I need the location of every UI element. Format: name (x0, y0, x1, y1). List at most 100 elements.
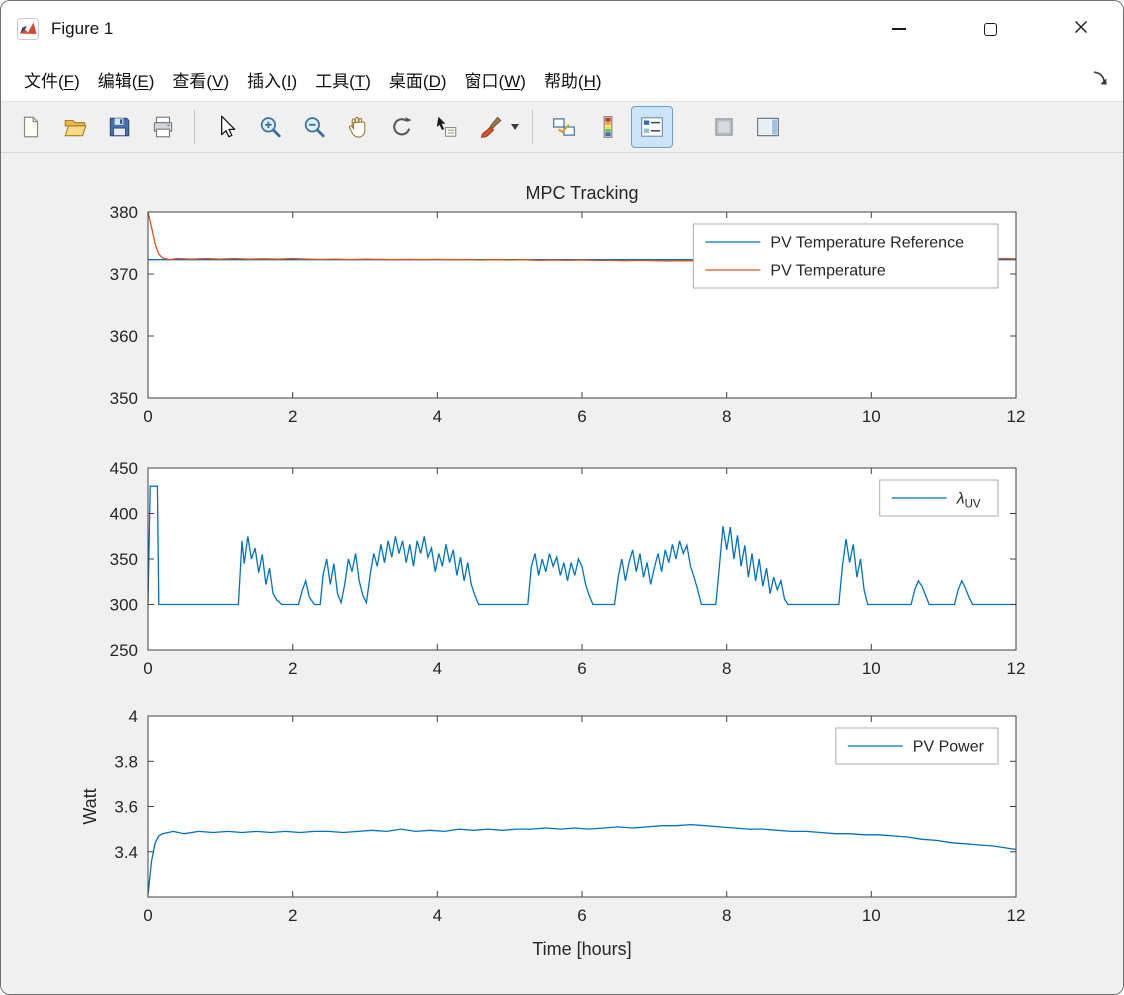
svg-text:2: 2 (288, 906, 297, 925)
link-plot-button[interactable] (544, 107, 584, 147)
minimize-button[interactable] (877, 8, 921, 50)
menu-insert[interactable]: 插入(I) (238, 61, 306, 98)
maximize-button[interactable] (968, 8, 1012, 50)
svg-text:360: 360 (110, 327, 138, 346)
save-figure-button[interactable] (99, 107, 139, 147)
x-axis-label: Time [hours] (532, 939, 631, 959)
new-figure-button[interactable] (11, 107, 51, 147)
svg-text:3.6: 3.6 (114, 798, 138, 817)
close-icon (1073, 19, 1089, 40)
brush-icon (480, 116, 502, 138)
matlab-figure-icon (17, 17, 41, 41)
menubar: 文件(F) 编辑(E) 查看(V) 插入(I) 工具(T) 桌面(D) 窗口(W) 帮助(H) (1, 57, 1123, 101)
data-cursor-button[interactable] (426, 107, 466, 147)
y-axis-label: Watt (80, 788, 100, 824)
zoom-out-icon (304, 117, 325, 138)
link-plot-icon (553, 118, 575, 136)
svg-text:6: 6 (577, 659, 586, 678)
pan-icon (348, 116, 366, 138)
legend[interactable]: PV Power (835, 727, 999, 765)
insert-legend-icon (641, 117, 663, 137)
svg-text:12: 12 (1007, 407, 1026, 426)
legend-label: PV Temperature Reference (770, 235, 964, 252)
svg-text:250: 250 (110, 641, 138, 660)
rotate-3d-button[interactable] (382, 107, 422, 147)
zoom-out-button[interactable] (294, 107, 334, 147)
svg-text:300: 300 (110, 596, 138, 615)
hide-plot-tools-button[interactable] (704, 107, 744, 147)
svg-text:8: 8 (722, 407, 731, 426)
svg-text:6: 6 (577, 407, 586, 426)
menu-tools[interactable]: 工具(T) (306, 61, 380, 98)
window-controls (877, 1, 1103, 57)
svg-text:380: 380 (110, 203, 138, 222)
menu-edit[interactable]: 编辑(E) (89, 61, 164, 98)
insert-colorbar-icon (603, 116, 613, 138)
svg-text:8: 8 (722, 659, 731, 678)
data-cursor-icon (436, 116, 457, 137)
subplot-temperature: 0 2 4 6 8 10 12 350 360 370 380 MPC Tracking PV Temp… (110, 183, 1026, 426)
svg-text:4: 4 (433, 659, 442, 678)
rotate-3d-icon (393, 117, 412, 136)
dock-figure-icon[interactable] (1091, 69, 1109, 92)
svg-text:10: 10 (862, 407, 881, 426)
show-plot-tools-icon (757, 117, 779, 137)
brush-button[interactable] (470, 107, 510, 147)
svg-text:0: 0 (143, 407, 152, 426)
svg-text:8: 8 (722, 906, 731, 925)
pan-button[interactable] (338, 107, 378, 147)
close-button[interactable] (1059, 8, 1103, 50)
svg-text:3.4: 3.4 (114, 843, 138, 862)
svg-text:6: 6 (577, 906, 586, 925)
x-tick-labels: 0 2 4 6 8 10 12 (143, 659, 1025, 678)
svg-text:10: 10 (862, 659, 881, 678)
maximize-icon (983, 22, 997, 36)
minimize-icon (892, 28, 906, 30)
svg-text:12: 12 (1007, 659, 1026, 678)
show-plot-tools-button[interactable] (748, 107, 788, 147)
window-title: Figure 1 (51, 19, 114, 38)
svg-text:4: 4 (433, 906, 442, 925)
svg-text:450: 450 (110, 459, 138, 478)
svg-text:4: 4 (433, 407, 442, 426)
titlebar: Figure 1 (1, 1, 1123, 57)
new-figure-icon (23, 116, 39, 138)
menu-window[interactable]: 窗口(W) (456, 61, 535, 98)
svg-text:2: 2 (288, 659, 297, 678)
svg-text:10: 10 (862, 906, 881, 925)
edit-plot-button[interactable] (206, 107, 246, 147)
svg-text:12: 12 (1007, 906, 1026, 925)
menu-file[interactable]: 文件(F) (15, 61, 89, 98)
legend[interactable]: λUV (879, 479, 999, 517)
subplot-pv-power: 0 2 4 6 8 10 12 3.4 3.6 3.8 4 Time [hours] Watt PV Po… (80, 707, 1025, 959)
subplot-lambda-uv: 0 2 4 6 8 10 12 250 300 350 400 450 λUV (110, 459, 1026, 678)
x-tick-labels: 0 2 4 6 8 10 12 (143, 906, 1025, 925)
x-tick-labels: 0 2 4 6 8 10 12 (143, 407, 1025, 426)
svg-text:400: 400 (110, 505, 138, 524)
legend-label: PV Temperature (770, 263, 885, 280)
chart-title: MPC Tracking (525, 183, 638, 203)
svg-text:350: 350 (110, 550, 138, 569)
open-file-icon (64, 119, 87, 137)
menu-desktop[interactable]: 桌面(D) (380, 61, 456, 98)
toolbar (1, 101, 1123, 153)
hide-plot-tools-icon (715, 118, 733, 136)
insert-colorbar-button[interactable] (588, 107, 628, 147)
svg-text:350: 350 (110, 389, 138, 408)
print-figure-button[interactable] (143, 107, 183, 147)
svg-text:2: 2 (288, 407, 297, 426)
legend-label: PV Power (913, 739, 985, 756)
brush-dropdown-caret[interactable] (511, 124, 519, 130)
open-file-button[interactable] (55, 107, 95, 147)
zoom-in-button[interactable] (250, 107, 290, 147)
svg-text:4: 4 (129, 707, 138, 726)
svg-text:0: 0 (143, 659, 152, 678)
insert-legend-button[interactable] (631, 106, 673, 148)
menu-view[interactable]: 查看(V) (163, 61, 238, 98)
svg-text:3.8: 3.8 (114, 752, 138, 771)
menu-help[interactable]: 帮助(H) (535, 61, 611, 98)
save-figure-icon (109, 117, 130, 137)
legend[interactable]: PV Temperature Reference PV Temperature (692, 223, 999, 289)
y-tick-labels: 3.4 3.6 3.8 4 (114, 707, 138, 862)
figure-canvas: 0 2 4 6 8 10 12 350 360 370 380 MPC Tracking PV Temp… (1, 153, 1123, 994)
